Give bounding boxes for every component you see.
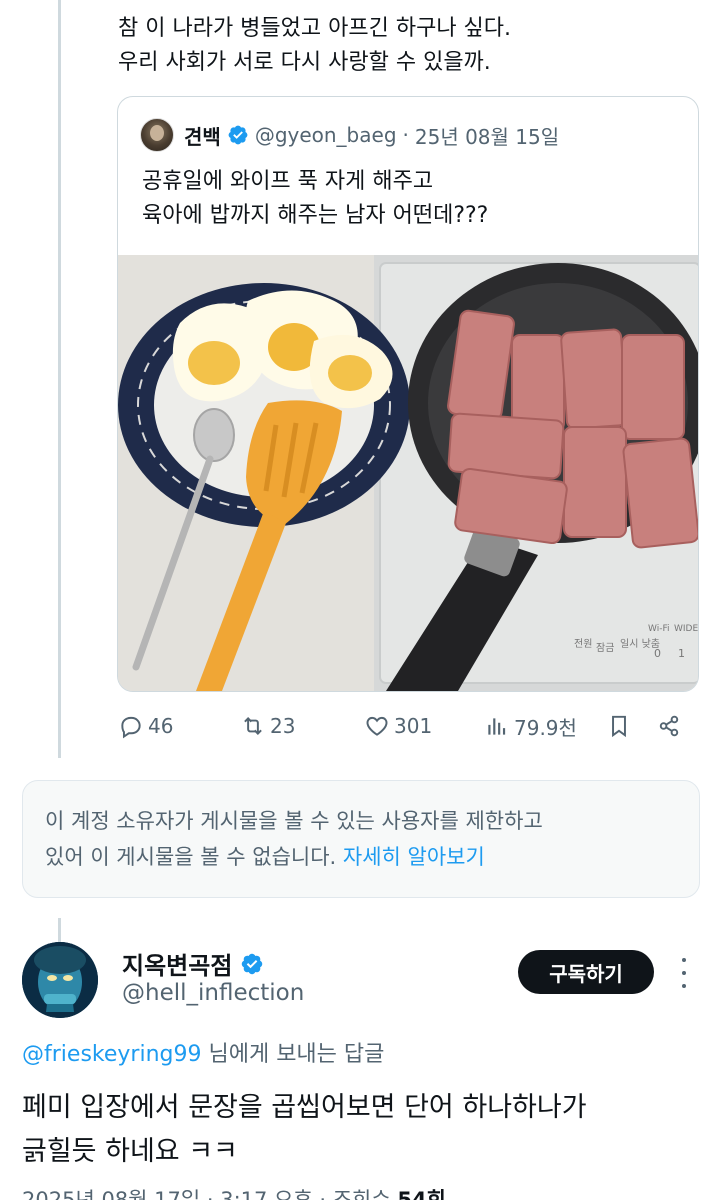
notice-line-text: 있어 이 게시물을 볼 수 없습니다.: [45, 845, 337, 869]
quoted-tweet-header: 견백 @gyeon_baeg · 25년 08월 15일: [140, 117, 559, 153]
tweet-text-line: 참 이 나라가 병들었고 아프긴 하구나 싶다.: [118, 16, 512, 41]
replying-to: @frieskeyring99 님에게 보내는 답글: [22, 1036, 384, 1068]
views-count: 79.9천: [514, 715, 577, 740]
retweet-button[interactable]: 23: [240, 706, 295, 746]
quoted-tweet-date[interactable]: 25년 08월 15일: [415, 121, 559, 150]
tweet-actions-bar: 46 23 301 79.9천: [118, 706, 700, 746]
photo-label-one: 1: [678, 647, 685, 660]
quoted-tweet-photo[interactable]: 전원 잠금 일시 낮춤 Wi-Fi WIDE 0 1: [118, 255, 698, 691]
quoted-tweet-card[interactable]: 견백 @gyeon_baeg · 25년 08월 15일 공휴일에 와이프 푹 …: [117, 96, 699, 692]
reply-author-handle[interactable]: @hell_inflection: [122, 980, 304, 1006]
reply-count: 46: [148, 714, 174, 738]
reply-text-line: 페미 입장에서 문장을 곱씹어보면 단어 하나하나가: [22, 1092, 587, 1123]
avatar-illustration: [22, 942, 98, 1018]
reply-meta: 2025년 08월 17일 · 3:17 오후 · 조회수 54회: [22, 1184, 446, 1200]
reply-author-avatar[interactable]: [22, 942, 98, 1018]
restricted-post-notice: 이 계정 소유자가 게시물을 볼 수 있는 사용자를 제한하고 있어 이 게시물…: [22, 780, 700, 898]
verified-badge-icon: [240, 952, 264, 976]
learn-more-link[interactable]: 자세히 알아보기: [343, 845, 485, 869]
replying-to-suffix: 님에게 보내는 답글: [201, 1042, 385, 1067]
quoted-text-line: 공휴일에 와이프 푹 자게 해주고: [142, 169, 434, 194]
reply-icon: [121, 716, 141, 739]
separator-dot: ·: [402, 123, 409, 147]
quoted-author-avatar[interactable]: [140, 118, 174, 152]
photo-label-power: 전원: [574, 638, 592, 650]
photo-label-lock: 잠금: [596, 642, 614, 654]
tweet-text: 참 이 나라가 병들었고 아프긴 하구나 싶다. 우리 사회가 서로 다시 사랑…: [118, 12, 698, 80]
notice-line-2: 있어 이 게시물을 볼 수 없습니다. 자세히 알아보기: [45, 839, 677, 875]
replying-to-mention[interactable]: @frieskeyring99: [22, 1042, 201, 1067]
reply-timestamp[interactable]: 2025년 08월 17일 · 3:17 오후 · 조회수: [22, 1188, 391, 1200]
food-photo-illustration: 전원 잠금 일시 낮춤 Wi-Fi WIDE 0 1: [118, 255, 698, 691]
views-icon: [488, 718, 506, 735]
more-options-icon[interactable]: [674, 958, 694, 988]
share-button[interactable]: [656, 706, 686, 746]
share-icon: [659, 715, 679, 737]
quoted-text-line: 육아에 밥까지 해주는 남자 어떤데???: [142, 203, 489, 228]
photo-label-wifi: Wi-Fi: [648, 624, 669, 634]
reply-button[interactable]: 46: [118, 706, 173, 746]
verified-badge-icon: [227, 124, 249, 146]
quoted-tweet-text: 공휴일에 와이프 푹 자게 해주고 육아에 밥까지 해주는 남자 어떤데???: [142, 165, 488, 233]
photo-label-zero: 0: [654, 647, 661, 660]
like-count: 301: [394, 714, 433, 738]
quoted-author-name[interactable]: 견백: [184, 121, 221, 150]
reply-author-header: 지옥변곡점 @hell_inflection 구독하기: [22, 940, 702, 1020]
like-button[interactable]: 301: [364, 706, 432, 746]
reply-text: 페미 입장에서 문장을 곱씹어보면 단어 하나하나가 긁힐듯 하네요 ㅋㅋ: [22, 1086, 712, 1174]
notice-line: 이 계정 소유자가 게시물을 볼 수 있는 사용자를 제한하고: [45, 809, 543, 833]
views-button[interactable]: 79.9천: [484, 706, 577, 746]
reply-author-name[interactable]: 지옥변곡점: [122, 946, 232, 981]
reply-view-count: 54회: [397, 1188, 446, 1200]
bookmark-icon: [612, 715, 626, 738]
heart-icon: [366, 716, 388, 736]
reply-text-line: 긁힐듯 하네요 ㅋㅋ: [22, 1136, 238, 1167]
quoted-author-handle[interactable]: @gyeon_baeg: [255, 123, 397, 147]
photo-label-wide: WIDE: [674, 624, 698, 634]
thread-connector-line: [58, 0, 61, 758]
reply-author-name-row: 지옥변곡점: [122, 946, 264, 981]
retweet-count: 23: [270, 714, 296, 738]
tweet-text-line: 우리 사회가 서로 다시 사랑할 수 있을까.: [118, 50, 491, 75]
retweet-icon: [244, 717, 262, 735]
subscribe-button[interactable]: 구독하기: [518, 950, 654, 994]
bookmark-button[interactable]: [606, 706, 636, 746]
